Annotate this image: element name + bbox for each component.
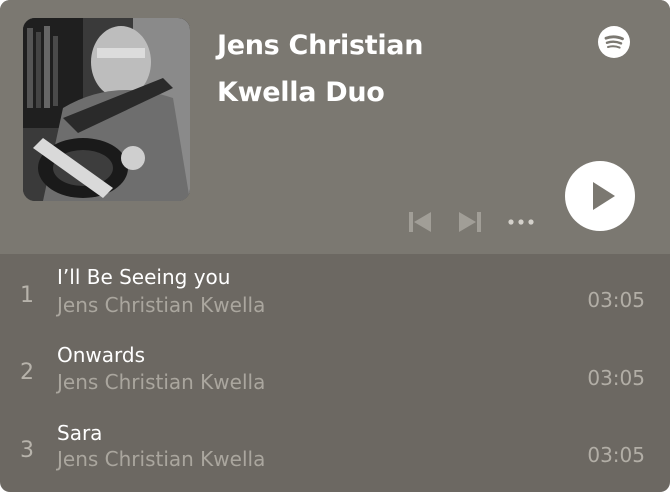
track-number: 2	[20, 360, 34, 385]
track-artist[interactable]: Jens Christian Kwella	[57, 293, 265, 317]
skip-next-icon[interactable]	[456, 208, 484, 236]
track-number: 1	[20, 283, 34, 308]
track-number: 3	[20, 438, 34, 463]
more-options-icon[interactable]	[506, 208, 536, 236]
track-title: I’ll Be Seeing you	[57, 265, 231, 289]
player-header: Jens Christian Kwella Duo	[0, 0, 670, 254]
play-icon	[593, 182, 615, 210]
skip-previous-icon[interactable]	[406, 208, 434, 236]
track-artist[interactable]: Jens Christian Kwella	[57, 447, 265, 471]
play-button[interactable]	[565, 161, 635, 231]
track-duration: 03:05	[587, 288, 645, 312]
album-title-line2: Kwella Duo	[217, 77, 385, 108]
track-row[interactable]: 2 Onwards Jens Christian Kwella 03:05	[0, 332, 670, 410]
album-cover[interactable]	[23, 18, 190, 201]
track-row[interactable]: 1 I’ll Be Seeing you Jens Christian Kwel…	[0, 254, 670, 332]
track-artist[interactable]: Jens Christian Kwella	[57, 370, 265, 394]
album-title-line1: Jens Christian	[217, 30, 424, 61]
track-duration: 03:05	[587, 443, 645, 467]
track-list: 1 I’ll Be Seeing you Jens Christian Kwel…	[0, 254, 670, 492]
track-row[interactable]: 3 Sara Jens Christian Kwella 03:05	[0, 410, 670, 488]
track-duration: 03:05	[587, 366, 645, 390]
spotify-embed-player: Jens Christian Kwella Duo 1 I’ll Be Seei…	[0, 0, 670, 492]
track-title: Sara	[57, 421, 103, 445]
track-title: Onwards	[57, 343, 146, 367]
spotify-logo-icon[interactable]	[598, 26, 630, 58]
album-title[interactable]: Jens Christian Kwella Duo	[217, 22, 547, 116]
